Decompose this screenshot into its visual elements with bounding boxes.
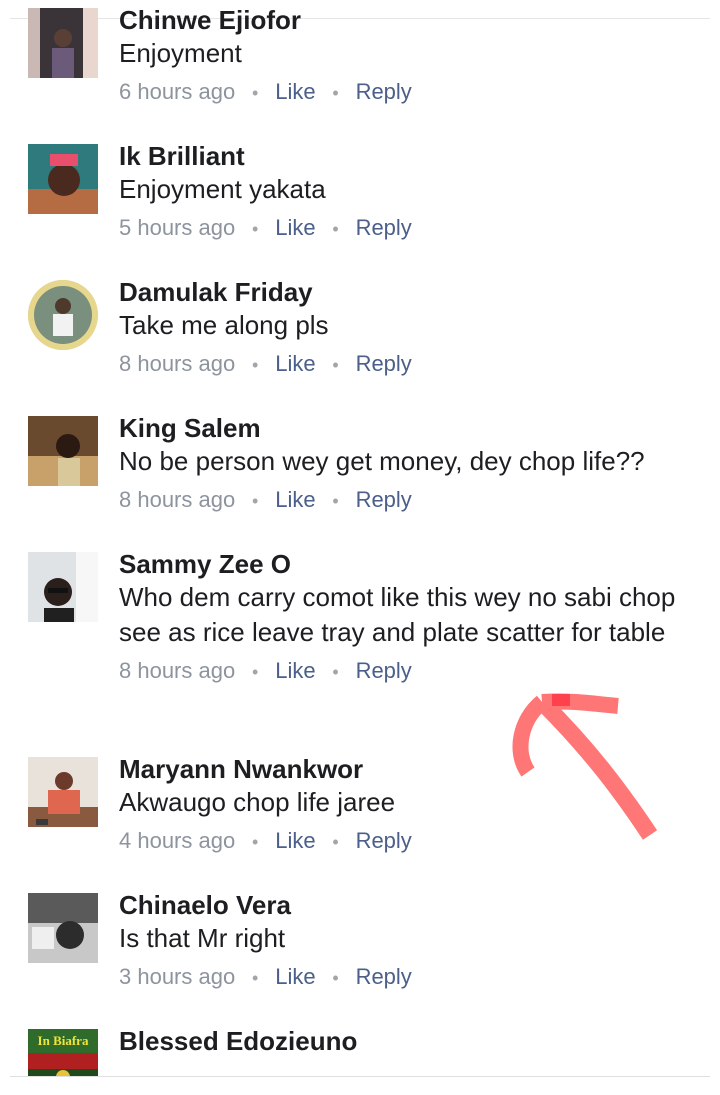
separator-dot: • — [252, 662, 259, 682]
avatar[interactable] — [28, 757, 98, 827]
separator-dot: • — [332, 968, 339, 988]
comment-list: Chinwe Ejiofor Enjoyment 6 hours ago • Lik… — [0, 0, 720, 1076]
commenter-name[interactable]: Sammy Zee O — [119, 548, 690, 580]
commenter-name[interactable]: Maryann Nwankwor — [119, 753, 690, 785]
commenter-name[interactable]: King Salem — [119, 412, 690, 444]
like-button[interactable]: Like — [275, 828, 315, 853]
avatar[interactable]: In Biafra — [28, 1029, 98, 1076]
avatar[interactable] — [28, 8, 98, 78]
separator-dot: • — [332, 491, 339, 511]
separator-dot: • — [332, 83, 339, 103]
commenter-name[interactable]: Chinwe Ejiofor — [119, 4, 690, 36]
reply-button[interactable]: Reply — [356, 351, 412, 376]
like-button[interactable]: Like — [275, 215, 315, 240]
bottom-divider — [10, 1076, 710, 1077]
comment-timestamp: 8 hours ago — [119, 658, 236, 683]
comment-timestamp: 8 hours ago — [119, 487, 236, 512]
separator-dot: • — [332, 355, 339, 375]
comment-timestamp: 6 hours ago — [119, 79, 236, 104]
separator-dot: • — [332, 832, 339, 852]
comment-text: Is that Mr right — [119, 923, 286, 953]
like-button[interactable]: Like — [275, 79, 315, 104]
separator-dot: • — [332, 662, 339, 682]
separator-dot: • — [252, 491, 259, 511]
reply-button[interactable]: Reply — [356, 487, 412, 512]
comment-text: Who dem carry comot like this wey no sab… — [119, 582, 676, 647]
commenter-name[interactable]: Ik Brilliant — [119, 140, 690, 172]
reply-button[interactable]: Reply — [356, 964, 412, 989]
avatar[interactable] — [28, 893, 98, 963]
comment-timestamp: 5 hours ago — [119, 215, 236, 240]
avatar[interactable] — [28, 552, 98, 622]
comment-text: No be person wey get money, dey chop lif… — [119, 446, 645, 476]
commenter-name[interactable]: Damulak Friday — [119, 276, 690, 308]
separator-dot: • — [252, 219, 259, 239]
separator-dot: • — [252, 355, 259, 375]
reply-button[interactable]: Reply — [356, 79, 412, 104]
comment-text: Enjoyment — [119, 38, 242, 68]
reply-button[interactable]: Reply — [356, 215, 412, 240]
commenter-name[interactable]: Blessed Edozieuno — [119, 1025, 690, 1057]
like-button[interactable]: Like — [275, 658, 315, 683]
comment-timestamp: 8 hours ago — [119, 351, 236, 376]
like-button[interactable]: Like — [275, 964, 315, 989]
comment-text: Akwaugo chop life jaree — [119, 787, 396, 817]
avatar[interactable] — [28, 416, 98, 486]
comment-text — [119, 1057, 690, 1065]
comment-text: Take me along pls — [119, 310, 329, 340]
avatar[interactable] — [28, 280, 98, 350]
reply-button[interactable]: Reply — [356, 658, 412, 683]
comment-timestamp: 4 hours ago — [119, 828, 236, 853]
avatar[interactable] — [28, 144, 98, 214]
commenter-name[interactable]: Chinaelo Vera — [119, 889, 690, 921]
comment-text: Enjoyment yakata — [119, 174, 326, 204]
like-button[interactable]: Like — [275, 487, 315, 512]
separator-dot: • — [252, 83, 259, 103]
separator-dot: • — [332, 219, 339, 239]
separator-dot: • — [252, 968, 259, 988]
like-button[interactable]: Like — [275, 351, 315, 376]
comment-timestamp: 3 hours ago — [119, 964, 236, 989]
separator-dot: • — [252, 832, 259, 852]
avatar-caption: In Biafra — [38, 1033, 89, 1048]
reply-button[interactable]: Reply — [356, 828, 412, 853]
